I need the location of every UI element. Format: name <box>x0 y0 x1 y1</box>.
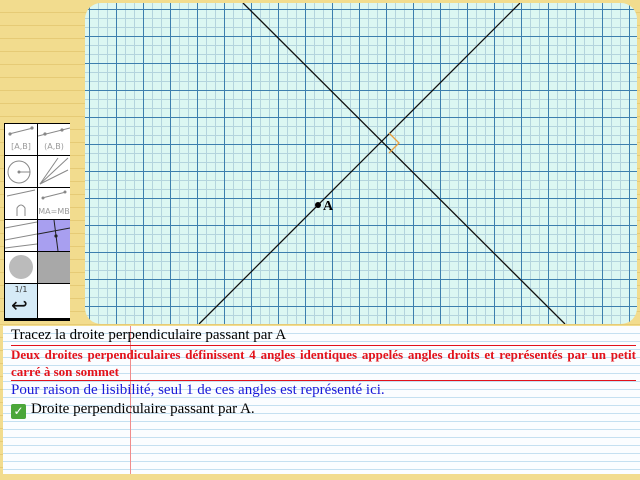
disk-icon <box>9 255 33 279</box>
instruction-hint: Pour raison de lisibilité, seul 1 de ces… <box>11 382 385 398</box>
instruction-note: Deux droites perpendiculaires définissen… <box>11 345 636 381</box>
equal-distance-tool-label: MA=MB <box>38 207 70 216</box>
arc-tool[interactable] <box>5 188 37 219</box>
lines-tool[interactable] <box>38 156 70 187</box>
segment-tool[interactable]: [A,B] <box>5 124 37 155</box>
equal-distance-tool[interactable]: MA=MB <box>38 188 70 219</box>
point-a[interactable] <box>315 202 321 208</box>
ray-tool[interactable]: (A,B) <box>38 124 70 155</box>
instructions-panel: Tracez la droite perpendiculaire passant… <box>3 326 640 474</box>
board-canvas[interactable]: A <box>85 3 637 324</box>
lines-icon <box>39 157 69 185</box>
grey-tool[interactable] <box>38 252 70 283</box>
arc-icon <box>6 189 36 216</box>
fill-tool[interactable] <box>5 252 37 283</box>
circle-icon <box>7 160 31 184</box>
undo-icon: ↩ <box>11 293 28 317</box>
undo-button[interactable]: 1/1 ↩ <box>5 284 37 318</box>
tool-palette: [A,B] (A,B) MA=MB 1/1 ↩ <box>4 123 70 321</box>
empty-tool-slot <box>38 284 70 318</box>
segment-tool-label: [A,B] <box>11 142 31 151</box>
point-a-label: A <box>323 199 334 214</box>
instruction-title: Tracez la droite perpendiculaire passant… <box>11 327 287 343</box>
circle-tool[interactable] <box>5 156 37 187</box>
existing-line[interactable] <box>242 3 566 324</box>
task-item: ✓ Droite perpendiculaire passant par A. <box>11 400 636 419</box>
parallel-icon <box>5 221 37 249</box>
ray-tool-label: (A,B) <box>44 142 64 151</box>
parallel-tool[interactable] <box>5 220 37 251</box>
check-icon: ✓ <box>11 404 26 419</box>
perpendicular-line[interactable] <box>198 3 521 324</box>
perpendicular-icon <box>38 220 70 251</box>
drawing-board[interactable]: A <box>85 3 637 324</box>
perpendicular-tool[interactable] <box>38 220 70 251</box>
task-label: Droite perpendiculaire passant par A. <box>31 401 255 417</box>
